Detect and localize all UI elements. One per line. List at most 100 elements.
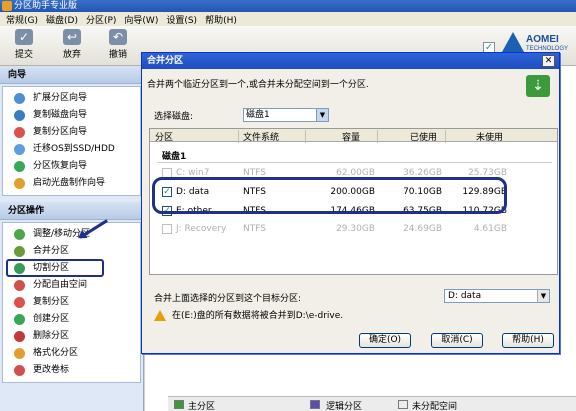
app-title: 分区助手专业版 xyxy=(14,1,78,11)
help-button[interactable]: 帮助(H) xyxy=(502,333,554,348)
sidebar-item-create[interactable]: 创建分区 xyxy=(3,311,140,328)
copy-partition-icon xyxy=(14,127,25,138)
sidebar-item-copy-partition[interactable]: 复制分区向导 xyxy=(3,124,140,141)
sidebar-item-bootable-cd[interactable]: 启动光盘制作向导 xyxy=(3,175,140,192)
sidebar-item-merge[interactable]: 合并分区 xyxy=(3,243,140,260)
close-button[interactable]: ✕ xyxy=(542,55,555,67)
legend-unallocated: 未分配空间 xyxy=(412,402,458,411)
cell-fs: NTFS xyxy=(243,224,266,234)
primary-swatch xyxy=(174,400,184,409)
wizard-panel-title: 向导 xyxy=(0,66,143,84)
target-value: D: data xyxy=(448,291,482,301)
item-label: 分区恢复向导 xyxy=(33,161,88,171)
dialog-description: 合并两个临近分区到一个,或合并未分配空间到一个分区. xyxy=(147,80,369,90)
sidebar: 向导 扩展分区向导 复制磁盘向导 复制分区向导 迁移OS到SSD/HDD 分区恢… xyxy=(0,66,144,411)
discard-label: 放弃 xyxy=(62,50,81,60)
cell-name: J: Recovery xyxy=(176,224,227,234)
target-partition-select[interactable]: D: data ▼ xyxy=(444,289,550,303)
legend: 主分区 逻辑分区 未分配空间 xyxy=(168,396,576,411)
menu-disk[interactable]: 磁盘(D) xyxy=(42,13,82,26)
divider xyxy=(157,162,552,163)
disk-select-label: 选择磁盘: xyxy=(154,112,194,122)
allocate-icon xyxy=(14,280,25,291)
sidebar-item-extend-wizard[interactable]: 扩展分区向导 xyxy=(3,90,140,107)
format-icon xyxy=(14,348,25,359)
cd-icon xyxy=(14,178,25,189)
sidebar-item-delete[interactable]: 删除分区 xyxy=(3,328,140,345)
ok-button[interactable]: 确定(O) xyxy=(359,333,411,348)
sidebar-item-format[interactable]: 格式化分区 xyxy=(3,345,140,362)
menu-settings[interactable]: 设置(S) xyxy=(162,13,201,26)
cell-used: 24.69GB xyxy=(403,224,442,234)
label-icon xyxy=(14,365,25,376)
dialog-title: 合并分区 xyxy=(142,53,559,69)
logo-line1: AOMEI xyxy=(526,34,559,45)
item-label: 更改卷标 xyxy=(33,365,70,375)
sidebar-item-migrate-os[interactable]: 迁移OS到SSD/HDD xyxy=(3,141,140,158)
ops-panel-title: 分区操作 xyxy=(0,202,143,220)
sidebar-item-resize[interactable]: 调整/移动分区 xyxy=(3,226,140,243)
undo-icon: ↶ xyxy=(109,29,127,45)
sidebar-item-copy[interactable]: 复制分区 xyxy=(3,294,140,311)
logical-swatch xyxy=(310,400,320,409)
item-label: 复制磁盘向导 xyxy=(33,110,88,120)
menu-bar: 常规(G) 磁盘(D) 分区(P) 向导(W) 设置(S) 帮助(H) xyxy=(0,12,576,26)
app-icon xyxy=(2,1,12,11)
col-capacity: 容量 xyxy=(342,133,361,143)
sidebar-item-allocate[interactable]: 分配自由空间 xyxy=(3,277,140,294)
item-label: 复制分区向导 xyxy=(33,127,88,137)
table-row[interactable]: J: Recovery NTFS 29.30GB 24.69GB 4.61GB xyxy=(150,223,557,237)
legend-primary: 主分区 xyxy=(188,402,216,411)
logo-mark-icon xyxy=(502,32,524,52)
cell-capacity: 29.30GB xyxy=(336,224,375,234)
extend-icon xyxy=(14,93,25,104)
col-used: 已使用 xyxy=(410,133,438,143)
item-label: 启动光盘制作向导 xyxy=(33,178,106,188)
cancel-button[interactable]: 取消(C) xyxy=(431,333,483,348)
apply-button[interactable]: ✓ 提交 xyxy=(4,29,44,60)
migrate-icon xyxy=(14,144,25,155)
row-checkbox[interactable] xyxy=(162,224,172,234)
undo-label: 撤销 xyxy=(108,50,127,60)
undo-button[interactable]: ↶ 撤销 xyxy=(98,29,138,60)
warning-icon xyxy=(154,310,166,321)
item-label: 迁移OS到SSD/HDD xyxy=(33,144,115,154)
col-partition: 分区 xyxy=(155,133,174,143)
cell-free: 4.61GB xyxy=(473,224,507,234)
check-icon: ✓ xyxy=(15,29,33,45)
disk-select[interactable]: 磁盘1 ▼ xyxy=(243,108,329,122)
item-label: 删除分区 xyxy=(33,331,70,341)
merge-target-label: 合并上面选择的分区到这个目标分区: xyxy=(154,294,302,304)
delete-icon xyxy=(14,331,25,342)
legend-logical: 逻辑分区 xyxy=(326,402,363,411)
sidebar-item-recovery[interactable]: 分区恢复向导 xyxy=(3,158,140,175)
apply-label: 提交 xyxy=(14,50,33,60)
item-label: 格式化分区 xyxy=(33,348,79,358)
ops-panel: 调整/移动分区 合并分区 切割分区 分配自由空间 复制分区 创建分区 删除分区 … xyxy=(2,222,141,383)
col-free: 未使用 xyxy=(476,133,504,143)
merge-highlight-box xyxy=(6,259,104,277)
wizard-panel: 扩展分区向导 复制磁盘向导 复制分区向导 迁移OS到SSD/HDD 分区恢复向导… xyxy=(2,86,141,196)
recovery-icon xyxy=(14,161,25,172)
item-label: 创建分区 xyxy=(33,314,70,324)
chevron-down-icon: ▼ xyxy=(537,290,549,302)
resize-icon xyxy=(14,229,25,240)
discard-button[interactable]: ↩ 放弃 xyxy=(52,29,92,60)
disk-group-label: 磁盘1 xyxy=(162,152,187,162)
warning-text: 在(E:)盘的所有数据将被合并到D:\e-drive. xyxy=(172,311,344,321)
menu-general[interactable]: 常规(G) xyxy=(2,13,42,26)
chevron-down-icon: ▼ xyxy=(316,109,328,121)
menu-partition[interactable]: 分区(P) xyxy=(82,13,120,26)
item-label: 分配自由空间 xyxy=(33,280,88,290)
selected-rows-highlight xyxy=(152,177,507,214)
sidebar-item-copy-disk[interactable]: 复制磁盘向导 xyxy=(3,107,140,124)
item-label: 扩展分区向导 xyxy=(33,93,88,103)
item-label: 复制分区 xyxy=(33,297,70,307)
merge-dialog: 合并分区 ✕ 合并两个临近分区到一个,或合并未分配空间到一个分区. ⇣ 选择磁盘… xyxy=(141,52,560,354)
disk-select-value: 磁盘1 xyxy=(246,110,270,120)
cancel-icon: ↩ xyxy=(63,29,81,45)
menu-help[interactable]: 帮助(H) xyxy=(201,13,241,26)
sidebar-item-label[interactable]: 更改卷标 xyxy=(3,362,140,379)
menu-wizard[interactable]: 向导(W) xyxy=(120,13,162,26)
create-icon xyxy=(14,314,25,325)
